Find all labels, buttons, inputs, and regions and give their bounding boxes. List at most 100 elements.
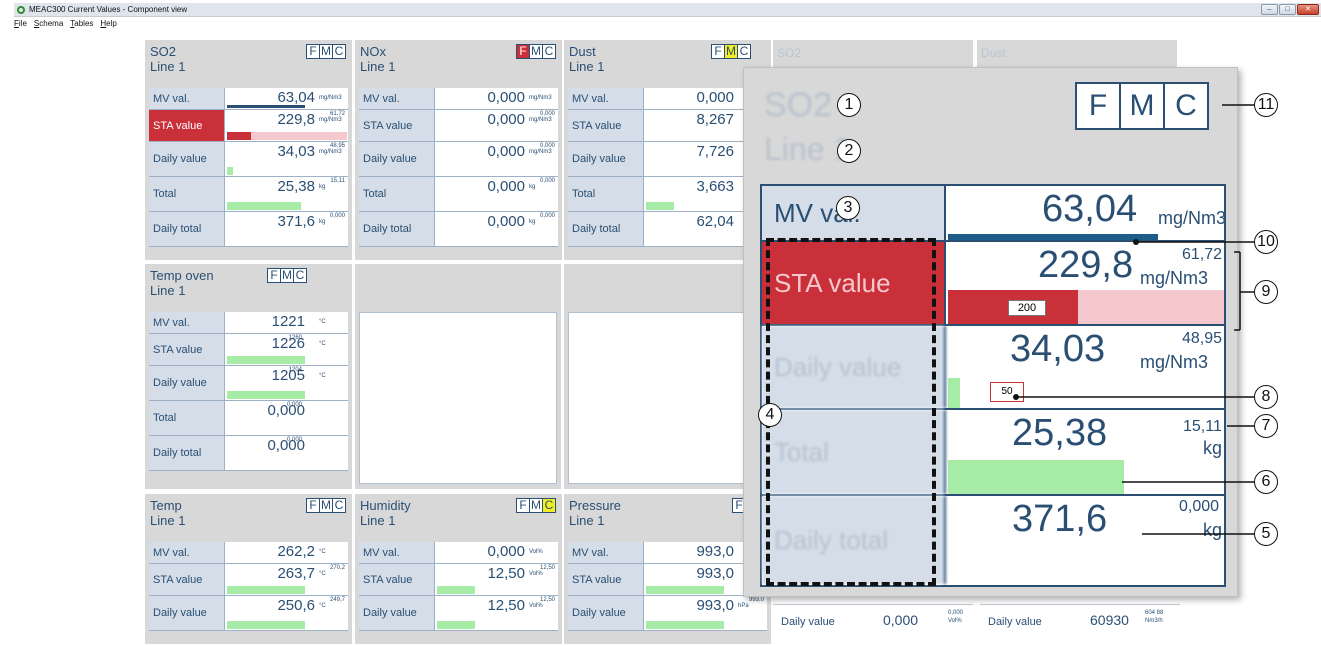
component-panel-humidity[interactable]: Humidity Line 1 F M C MV val. 0,000 Vol%… — [355, 494, 562, 644]
row-unit: °C — [319, 319, 326, 325]
panel-line: Line 1 — [150, 513, 186, 528]
ghost-daily-label: Daily value — [781, 616, 835, 628]
sta-bar — [227, 356, 305, 364]
empty-panel — [355, 264, 561, 489]
row-daily-value: Daily value 250,6 °C 249,7 — [149, 596, 348, 631]
daily-bar — [437, 621, 475, 629]
sta-bar — [227, 586, 305, 594]
total-bar — [227, 202, 301, 210]
sta-bar-rest — [251, 132, 347, 140]
status-c: C — [293, 268, 307, 283]
row-daily-total: Daily total 0,000 0,000 — [149, 436, 348, 471]
row-value: 250,6 — [277, 597, 315, 614]
component-panel-pressure[interactable]: Pressure Line 1 F M MV val. 993,0 STA va… — [564, 494, 771, 644]
title-bar: MEAC300 Current Values - Component view … — [14, 3, 1321, 17]
row-label: Daily value — [568, 142, 644, 176]
menu-tables[interactable]: Tables — [70, 18, 93, 30]
ghost-daily-small: 604 88 — [1145, 610, 1164, 616]
row-unit: hPa — [738, 603, 749, 609]
row-mv-value: MV val. 0,000 — [568, 88, 767, 110]
row-daily-value: Daily value 12,50 Vol% 12,50 — [359, 596, 558, 631]
app-window: MEAC300 Current Values - Component view … — [0, 0, 1321, 646]
callout-7: 7 — [1254, 414, 1278, 438]
row-value: 993,0 — [696, 565, 734, 582]
ghost-daily-unit: Vol% — [948, 618, 962, 624]
row-value: 3,663 — [696, 178, 734, 195]
menu-schema[interactable]: Schema — [34, 18, 63, 30]
daily-bar — [227, 621, 305, 629]
sta-bar — [227, 132, 251, 140]
row-value: 62,04 — [696, 213, 734, 230]
row-unit: °C — [319, 549, 326, 555]
component-panel-so2[interactable]: SO2 Line 1 F M C MV val. 63,04 mg/Nm3 ST… — [145, 40, 352, 260]
row-unit: kg — [529, 184, 536, 190]
row-label: MV val. — [149, 88, 225, 109]
maximize-button[interactable]: □ — [1279, 4, 1296, 15]
status-f: F — [711, 44, 725, 59]
menu-bar: File Schema Tables Help — [14, 18, 124, 30]
row-label: STA value — [149, 564, 225, 595]
row-value: 263,7 — [277, 565, 315, 582]
row-value: 0,000 — [487, 178, 525, 195]
panel-title: Temp oven — [150, 268, 214, 283]
ghost-panel-dust[interactable]: Dust — [977, 40, 1177, 70]
component-panel-nox[interactable]: NOx Line 1 F M C MV val. 0,000 mg/Nm3 ST… — [355, 40, 562, 260]
empty-grid — [568, 312, 766, 484]
panel-title: Dust — [569, 44, 596, 59]
status-c: C — [542, 44, 556, 59]
ghost-title: SO2 — [777, 46, 802, 60]
sta-bar — [437, 586, 475, 594]
row-unit: Vol% — [529, 603, 543, 609]
panel-line: Line 1 — [360, 513, 396, 528]
row-sta-value: STA value 12,50 Vol% 12,50 — [359, 564, 558, 596]
callout-11: 11 — [1254, 93, 1278, 117]
fmc-status: F M C — [267, 268, 307, 283]
ghost-daily-unit: Nm3/h — [1145, 618, 1163, 624]
row-secondary-value: 48,95 — [329, 143, 345, 149]
row-secondary-value: 0,000 — [539, 111, 555, 117]
row-value: 262,2 — [277, 543, 315, 560]
row-mv-value: MV val. 993,0 — [568, 542, 767, 564]
component-panel-temp-oven[interactable]: Temp oven Line 1 F M C MV val. 1221 °C S… — [145, 264, 352, 489]
ghost-panel-so2[interactable]: SO2 — [773, 40, 973, 70]
row-mv-value: MV val. 262,2 °C — [149, 542, 348, 564]
minimize-button[interactable]: – — [1261, 4, 1278, 15]
component-panel-dust[interactable]: Dust Line 1 F M C MV val. 0,000 STA valu… — [564, 40, 771, 260]
row-value: 25,38 — [277, 178, 315, 195]
row-secondary-value: 249,7 — [329, 597, 345, 603]
status-f: F — [306, 498, 320, 513]
row-secondary-value: 12,50 — [539, 597, 555, 603]
row-daily-value: Daily value 0,000 mg/Nm3 0,000 — [359, 142, 558, 177]
daily-bar — [227, 167, 233, 175]
empty-grid — [359, 312, 557, 484]
row-label: Daily value — [359, 596, 435, 630]
panel-title: Pressure — [569, 498, 622, 513]
row-label: Total — [359, 177, 435, 211]
row-unit: Vol% — [529, 549, 543, 555]
menu-file[interactable]: File — [14, 18, 27, 30]
row-secondary-value: 61,72 — [329, 111, 345, 117]
component-panel-temp[interactable]: Temp Line 1 F M C MV val. 262,2 °C STA v… — [145, 494, 352, 644]
row-value: 0,000 — [487, 143, 525, 160]
menu-help[interactable]: Help — [100, 18, 116, 30]
row-daily-value: Daily value 1205 °C 1204 — [149, 366, 348, 401]
row-label: MV val. — [149, 312, 225, 333]
row-label: Daily total — [568, 212, 644, 246]
row-label: STA value — [149, 334, 225, 365]
row-daily-total: Daily total 0,000 kg 0,000 — [359, 212, 558, 247]
row-value: 993,0 — [696, 597, 734, 614]
panel-title: Temp — [150, 498, 182, 513]
empty-panel — [564, 264, 770, 489]
row-label: Daily total — [149, 212, 225, 246]
status-c: C — [332, 498, 346, 513]
row-label: Daily value — [149, 142, 225, 176]
status-m: M — [724, 44, 738, 59]
row-sta-value: STA value 8,267 — [568, 110, 767, 142]
fmc-status: F M C — [516, 44, 556, 59]
row-label: MV val. — [359, 542, 435, 563]
row-label: STA value — [149, 110, 225, 141]
close-button[interactable]: ✕ — [1297, 4, 1319, 15]
row-unit: °C — [319, 341, 326, 347]
row-total: Total 3,663 — [568, 177, 767, 212]
row-label: Daily value — [149, 366, 225, 400]
